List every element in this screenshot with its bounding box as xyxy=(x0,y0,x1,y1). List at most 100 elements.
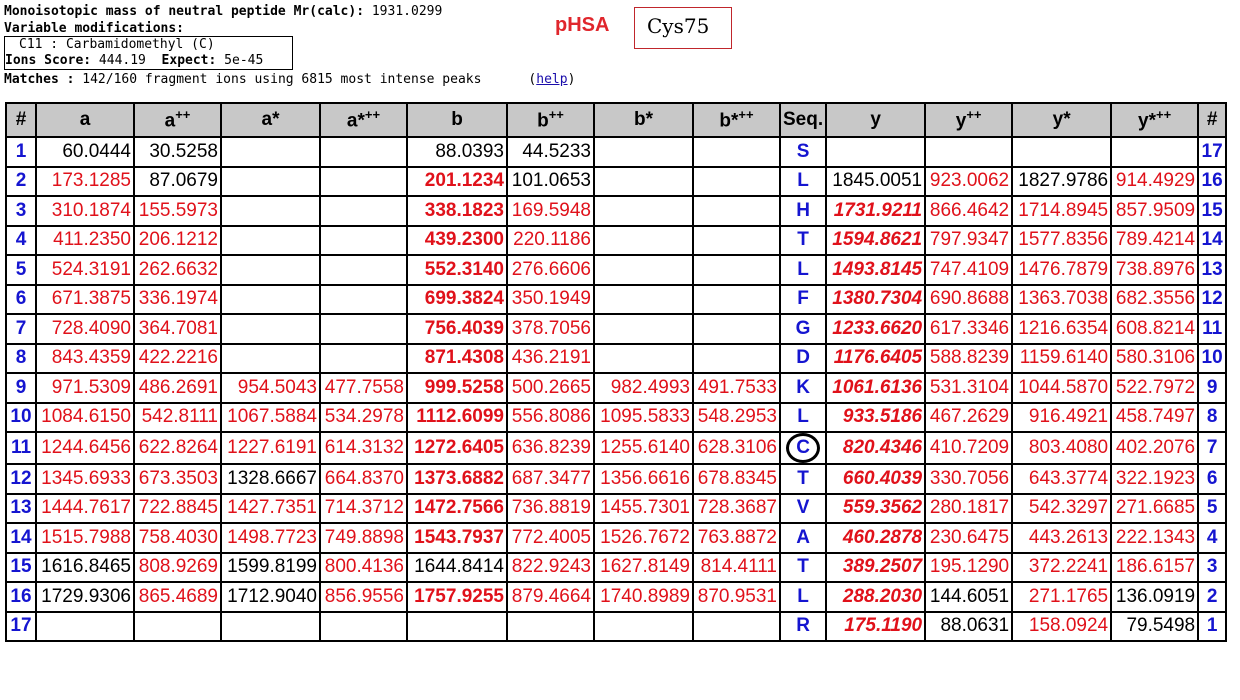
table-row: 9 971.5309 486.2691 954.5043 477.7558 999.525… xyxy=(5,372,1228,404)
ion-mass-cell: 1493.8145 xyxy=(825,254,927,286)
ion-mass-cell: 758.4030 xyxy=(133,522,222,554)
ion-mass-cell: 1363.7038 xyxy=(1011,283,1113,315)
ion-mass-cell: 556.8086 xyxy=(506,401,595,433)
column-header: b++ xyxy=(506,102,595,138)
table-row: 11 1244.6456 622.8264 1227.6191 614.3132 1272… xyxy=(5,431,1228,465)
table-row: 14 1515.7988 758.4030 1498.7723 749.8898 1543… xyxy=(5,522,1228,554)
ion-mass-cell: 954.5043 xyxy=(220,372,321,404)
ion-mass-cell: 999.5258 xyxy=(406,372,508,404)
residue-index-cell: 8 xyxy=(1197,401,1228,433)
site-label-box: Cys75 xyxy=(634,7,732,49)
ion-mass-cell xyxy=(692,610,781,642)
ion-mass-cell: 1599.8199 xyxy=(220,551,321,583)
ion-mass-cell: 271.6685 xyxy=(1110,492,1200,524)
ion-mass-cell xyxy=(220,342,321,374)
ion-mass-cell: 1095.5833 xyxy=(593,401,694,433)
ion-mass-cell xyxy=(319,224,408,256)
ion-mass-cell: 542.8111 xyxy=(133,401,222,433)
column-header-label: y* xyxy=(1138,110,1157,132)
ion-mass-cell: 866.4642 xyxy=(924,195,1014,227)
ion-mass-cell: 756.4039 xyxy=(406,313,508,345)
matches-value: 142/160 fragment ions using 6815 most in… xyxy=(82,72,482,87)
ion-mass-cell: 797.9347 xyxy=(924,224,1014,256)
column-header-superscript: ++ xyxy=(1156,107,1172,123)
residue-index-cell: 3 xyxy=(5,195,37,227)
sequence-residue-cell: F xyxy=(778,283,828,315)
ion-mass-cell xyxy=(319,610,408,642)
ion-mass-cell xyxy=(133,610,222,642)
ion-mass-cell xyxy=(220,313,321,345)
matches-line: Matches : 142/160 fragment ions using 68… xyxy=(4,72,576,87)
residue-index-cell: 9 xyxy=(5,372,37,404)
ion-mass-cell: 916.4921 xyxy=(1011,401,1113,433)
help-link[interactable]: help xyxy=(536,72,567,87)
ion-mass-cell: 856.9556 xyxy=(319,581,408,613)
ion-mass-cell: 857.9509 xyxy=(1110,195,1200,227)
ion-mass-cell: 1356.6616 xyxy=(593,463,694,495)
column-header-label: # xyxy=(1206,109,1218,130)
column-header-superscript: ++ xyxy=(175,107,191,123)
ion-mass-cell: 687.3477 xyxy=(506,463,595,495)
ion-mass-cell: 1373.6882 xyxy=(406,463,508,495)
ion-mass-cell: 336.1974 xyxy=(133,283,222,315)
table-header-row: # a a++ a* a*++ b b++ b* b*++ Seq. y y++ y* y*++ # xyxy=(5,102,1228,138)
table-row: 5 524.3191 262.6632 552.3140 276.6606 L 1493.8… xyxy=(5,254,1228,286)
residue-index-cell: 2 xyxy=(5,165,37,197)
column-header: y* xyxy=(1011,102,1113,138)
table-row: 7 728.4090 364.7081 756.4039 378.7056 G 1233.6… xyxy=(5,313,1228,345)
ion-mass-cell xyxy=(692,283,781,315)
mass-line: Monoisotopic mass of neutral peptide Mr(… xyxy=(4,3,442,20)
column-header-label: b xyxy=(537,110,549,132)
ion-mass-cell xyxy=(825,136,927,168)
residue-index-cell: 11 xyxy=(5,431,37,465)
ion-mass-cell: 636.8239 xyxy=(506,431,595,465)
ion-mass-cell: 144.6051 xyxy=(924,581,1014,613)
ion-mass-cell: 101.0653 xyxy=(506,165,595,197)
ion-mass-cell: 1731.9211 xyxy=(825,195,927,227)
column-header-label: b* xyxy=(634,109,653,130)
ion-mass-cell: 338.1823 xyxy=(406,195,508,227)
ion-mass-cell xyxy=(319,342,408,374)
column-header-label: y* xyxy=(1052,109,1071,130)
ion-mass-cell: 1827.9786 xyxy=(1011,165,1113,197)
column-header-superscript: ++ xyxy=(364,107,381,123)
ion-mass-cell: 422.2216 xyxy=(133,342,222,374)
ion-mass-cell: 1112.6099 xyxy=(406,401,508,433)
varmod-label: Variable modifications: xyxy=(4,21,185,36)
ion-mass-cell: 87.0679 xyxy=(133,165,222,197)
table-row: 12 1345.6933 673.3503 1328.6667 664.8370 1373… xyxy=(5,463,1228,495)
ion-mass-cell: 1244.6456 xyxy=(35,431,135,465)
ion-mass-cell: 1345.6933 xyxy=(35,463,135,495)
ion-mass-cell xyxy=(220,224,321,256)
residue-index-cell: 15 xyxy=(5,551,37,583)
ion-mass-cell: 88.0393 xyxy=(406,136,508,168)
ion-mass-cell: 1543.7937 xyxy=(406,522,508,554)
ion-mass-cell: 402.2076 xyxy=(1110,431,1200,465)
ion-mass-cell xyxy=(593,165,694,197)
ion-mass-cell: 1498.7723 xyxy=(220,522,321,554)
ion-mass-cell: 614.3132 xyxy=(319,431,408,465)
ion-mass-cell xyxy=(1110,136,1200,168)
ion-mass-cell xyxy=(593,136,694,168)
column-header: y*++ xyxy=(1110,102,1200,138)
ion-mass-cell: 1255.6140 xyxy=(593,431,694,465)
ion-mass-cell: 1712.9040 xyxy=(220,581,321,613)
ion-mass-cell: 262.6632 xyxy=(133,254,222,286)
ion-mass-cell: 1233.6620 xyxy=(825,313,927,345)
ion-mass-cell xyxy=(692,224,781,256)
sequence-residue-cell: V xyxy=(778,492,828,524)
ion-mass-cell: 814.4111 xyxy=(692,551,781,583)
ion-mass-cell xyxy=(593,342,694,374)
table-row: 10 1084.6150 542.8111 1067.5884 534.2978 1112… xyxy=(5,401,1228,433)
ion-mass-cell: 1644.8414 xyxy=(406,551,508,583)
residue-index-cell: 6 xyxy=(5,283,37,315)
ion-mass-cell xyxy=(692,136,781,168)
ion-mass-cell: 1740.8989 xyxy=(593,581,694,613)
ion-mass-cell: 155.5973 xyxy=(133,195,222,227)
residue-index-cell: 17 xyxy=(1197,136,1228,168)
table-row: 3 310.1874 155.5973 338.1823 169.5948 H 1731.9… xyxy=(5,195,1228,227)
column-header: # xyxy=(1197,102,1228,138)
ion-mass-cell: 865.4689 xyxy=(133,581,222,613)
column-header: b*++ xyxy=(692,102,781,138)
ion-mass-cell: 1380.7304 xyxy=(825,283,927,315)
